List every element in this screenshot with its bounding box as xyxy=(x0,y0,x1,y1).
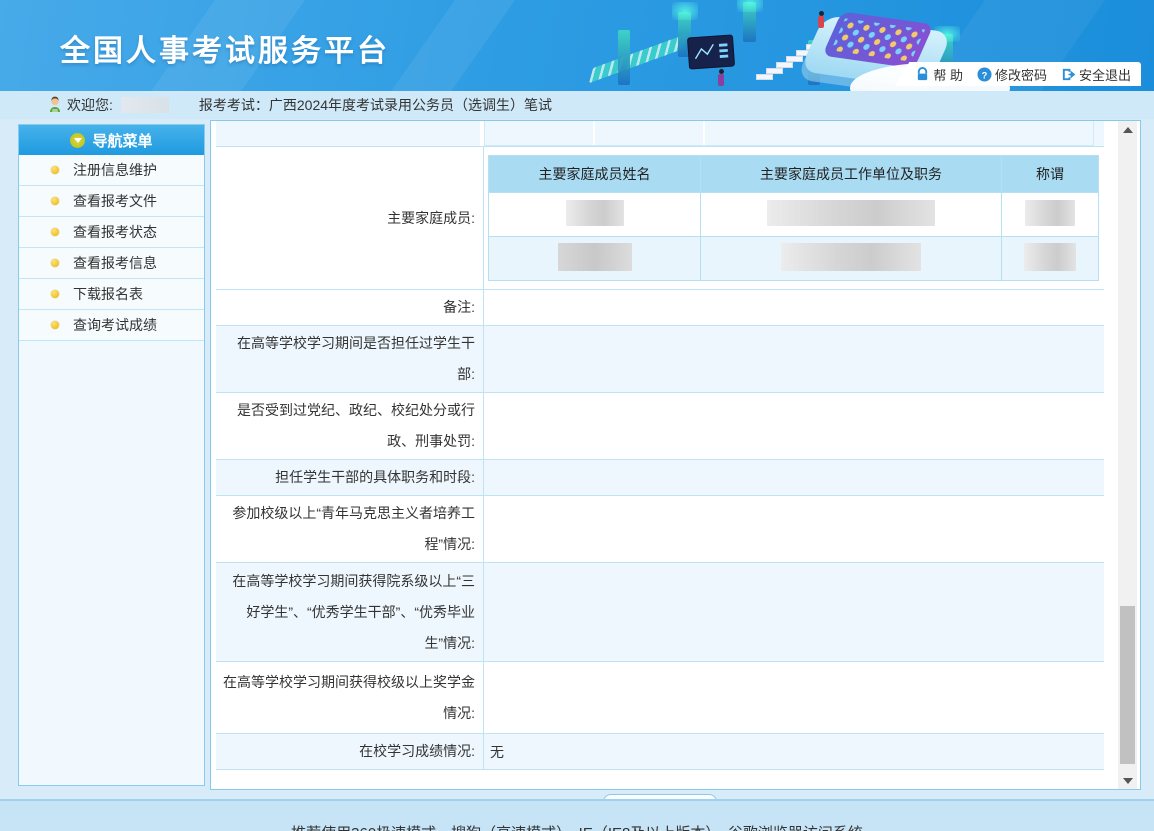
field-label: 参加校级以上“青年马克思主义者培养工程”情况: xyxy=(216,496,484,562)
table-row xyxy=(489,237,1099,281)
table-row xyxy=(489,193,1099,237)
sidebar-item-exam-scores[interactable]: 查询考试成绩 xyxy=(19,310,204,341)
person-illustration xyxy=(818,16,824,28)
table-row-academic-record: 在校学习成绩情况: 无 xyxy=(216,734,1104,770)
column-header: 主要家庭成员姓名 xyxy=(489,156,701,193)
exit-icon xyxy=(1061,67,1076,82)
user-avatar-icon xyxy=(47,96,63,115)
bullet-icon xyxy=(51,197,59,205)
sidebar-item-exam-files[interactable]: 查看报考文件 xyxy=(19,186,204,217)
field-value xyxy=(484,460,1104,495)
field-value xyxy=(484,563,1104,661)
table-row-marxism-program: 参加校级以上“青年马克思主义者培养工程”情况: xyxy=(216,496,1104,563)
table-row-scholarship: 在高等学校学习期间获得校级以上奖学金情况: xyxy=(216,662,1104,734)
help-button[interactable]: 帮 助 xyxy=(915,65,963,84)
vertical-scrollbar[interactable] xyxy=(1118,121,1137,789)
exam-info: 报考考试：广西2024年度考试录用公务员（选调生）笔试 xyxy=(199,95,552,115)
table-row-honors: 在高等学校学习期间获得院系级以上“三好学生”、“优秀学生干部”、“优秀毕业生”情… xyxy=(216,563,1104,662)
stairs-illustration xyxy=(776,62,793,68)
redacted-cell xyxy=(1025,200,1075,226)
nav-menu-header[interactable]: 导航菜单 xyxy=(19,125,204,155)
field-value: 无 xyxy=(484,734,1104,769)
family-members-table: 主要家庭成员姓名 主要家庭成员工作单位及职务 称谓 xyxy=(488,155,1099,281)
sidebar-item-register-info[interactable]: 注册信息维护 xyxy=(19,155,204,186)
registration-form: 主要家庭成员: 主要家庭成员姓名 主要家庭成员工作单位及职务 称谓 xyxy=(216,121,1104,824)
redacted-cell xyxy=(781,243,921,271)
family-table-header: 主要家庭成员姓名 主要家庭成员工作单位及职务 称谓 xyxy=(489,156,1099,193)
field-label: 担任学生干部的具体职务和时段: xyxy=(216,460,484,495)
field-label: 备注: xyxy=(216,290,484,325)
stairs-illustration xyxy=(766,68,783,74)
page-footer: 推荐使用360极速模式、搜狗（高速模式）、IE（IE8及以上版本）、谷歌浏览器访… xyxy=(0,799,1154,831)
person-illustration xyxy=(718,74,724,86)
sidebar: 导航菜单 注册信息维护 查看报考文件 查看报考状态 查看报考信息 下载报名表 查… xyxy=(18,124,205,786)
stairs-illustration xyxy=(786,56,803,62)
scrollbar-thumb[interactable] xyxy=(1120,606,1135,764)
chevron-down-icon xyxy=(70,133,85,148)
column-header: 主要家庭成员工作单位及职务 xyxy=(701,156,1002,193)
monitor-illustration xyxy=(687,34,735,69)
tablet-illustration xyxy=(822,12,934,69)
browser-recommendation: 推荐使用360极速模式、搜狗（高速模式）、IE（IE8及以上版本）、谷歌浏览器访… xyxy=(0,822,1154,831)
field-label: 在高等学校学习期间获得院系级以上“三好学生”、“优秀学生干部”、“优秀毕业生”情… xyxy=(216,563,484,661)
stairs-illustration xyxy=(796,50,813,56)
pillar-illustration xyxy=(743,2,756,42)
sidebar-item-download-form[interactable]: 下载报名表 xyxy=(19,279,204,310)
pillar-illustration xyxy=(678,12,691,57)
welcome-label: 欢迎您: xyxy=(67,95,113,115)
redacted-cell xyxy=(558,243,632,271)
redacted-cell xyxy=(1024,243,1076,271)
sidebar-item-exam-status[interactable]: 查看报考状态 xyxy=(19,217,204,248)
sidebar-item-exam-info[interactable]: 查看报考信息 xyxy=(19,248,204,279)
change-password-button[interactable]: ? 修改密码 xyxy=(977,65,1047,84)
redacted-cell xyxy=(566,200,624,226)
scroll-down-button[interactable] xyxy=(1118,772,1137,789)
table-row-cadre-duty: 担任学生干部的具体职务和时段: xyxy=(216,460,1104,496)
main-panel: 主要家庭成员: 主要家庭成员姓名 主要家庭成员工作单位及职务 称谓 xyxy=(210,120,1141,790)
table-row-remarks: 备注: xyxy=(216,290,1104,326)
stairs-illustration xyxy=(806,44,823,50)
field-label: 在高等学校学习期间是否担任过学生干部: xyxy=(216,326,484,392)
lock-icon xyxy=(915,67,930,82)
arrow-up-icon xyxy=(1123,127,1133,133)
bullet-icon xyxy=(51,228,59,236)
stairs-illustration xyxy=(756,74,773,80)
table-row-discipline: 是否受到过党纪、政纪、校纪处分或行政、刑事处罚: xyxy=(216,393,1104,460)
username-redacted xyxy=(121,97,169,113)
pillar-illustration xyxy=(808,40,820,85)
glow-illustration xyxy=(737,0,763,12)
field-label: 主要家庭成员: xyxy=(216,147,484,289)
question-icon: ? xyxy=(977,67,992,82)
logout-button[interactable]: 安全退出 xyxy=(1061,65,1131,84)
header-action-bar: 帮 助 ? 修改密码 安全退出 xyxy=(895,62,1141,86)
table-row-family-members: 主要家庭成员: 主要家庭成员姓名 主要家庭成员工作单位及职务 称谓 xyxy=(216,147,1104,290)
pillar-illustration xyxy=(618,30,630,85)
redacted-cell xyxy=(767,200,935,226)
field-value xyxy=(484,496,1104,562)
bullet-icon xyxy=(51,166,59,174)
site-title: 全国人事考试服务平台 xyxy=(60,26,390,70)
column-header: 称谓 xyxy=(1002,156,1099,193)
conveyor-illustration xyxy=(589,34,687,84)
field-value xyxy=(484,326,1104,392)
inner-table-fragment xyxy=(484,121,1094,146)
welcome-bar: 欢迎您: 报考考试：广西2024年度考试录用公务员（选调生）笔试 xyxy=(0,91,1154,119)
bullet-icon xyxy=(51,290,59,298)
glow-illustration xyxy=(672,2,698,20)
bullet-icon xyxy=(51,259,59,267)
bullet-icon xyxy=(51,321,59,329)
field-value xyxy=(484,393,1104,459)
field-label: 在校学习成绩情况: xyxy=(216,734,484,769)
table-row-student-cadre: 在高等学校学习期间是否担任过学生干部: xyxy=(216,326,1104,393)
svg-text:?: ? xyxy=(982,70,988,80)
arrow-down-icon xyxy=(1123,778,1133,784)
header-decor-streak xyxy=(378,0,522,91)
field-label: 是否受到过党纪、政纪、校纪处分或行政、刑事处罚: xyxy=(216,393,484,459)
field-label: 在高等学校学习期间获得校级以上奖学金情况: xyxy=(216,662,484,733)
field-value xyxy=(484,290,1104,325)
scroll-up-button[interactable] xyxy=(1118,121,1137,138)
app-header: 全国人事考试服务平台 帮 助 xyxy=(0,0,1154,91)
field-value xyxy=(484,662,1104,733)
table-row-fragment xyxy=(216,121,1104,147)
